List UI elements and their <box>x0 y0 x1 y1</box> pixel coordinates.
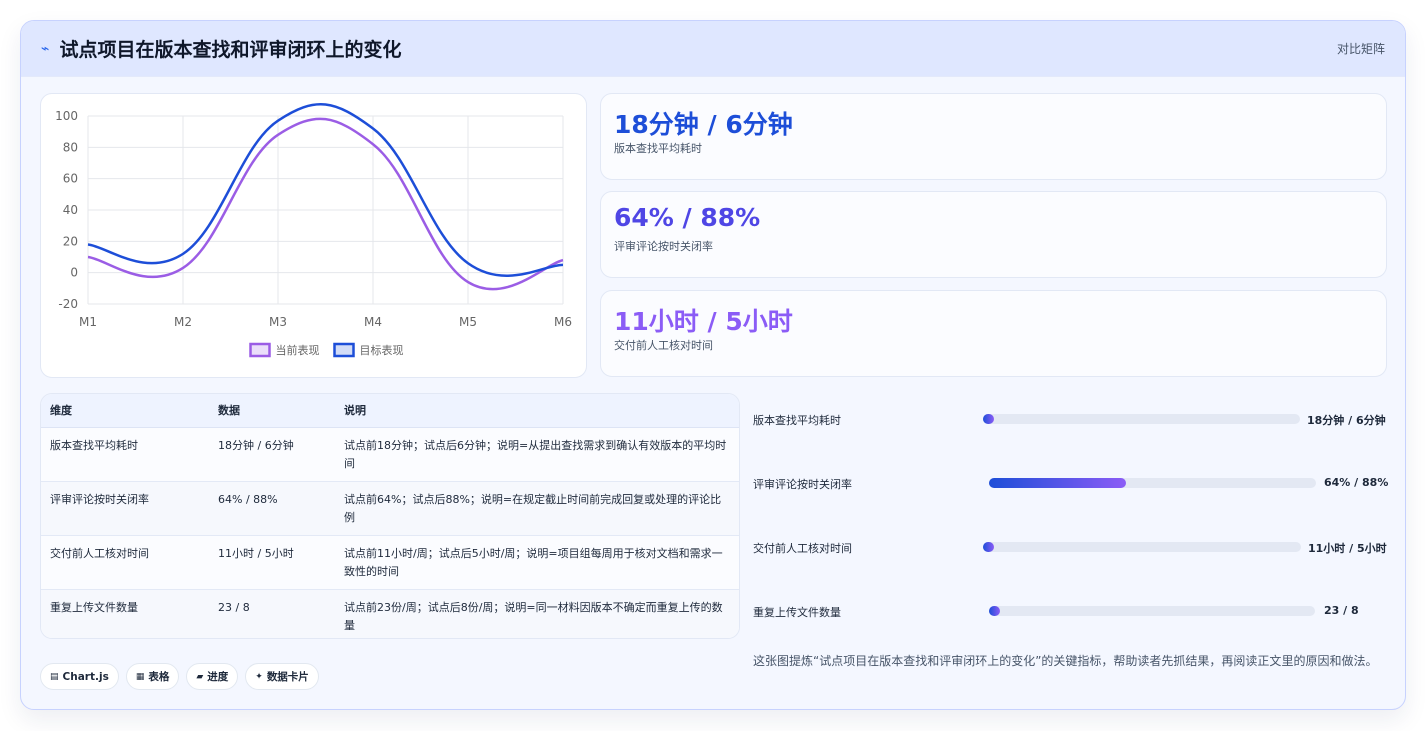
tag-label: Chart.js <box>62 670 109 683</box>
progress-track <box>983 542 1301 552</box>
kpi-value: 64% / 88% <box>614 203 761 232</box>
sparkle-icon: ✦ <box>255 671 263 682</box>
tag-label: 数据卡片 <box>266 671 309 683</box>
kpi-label: 评审评论按时关闭率 <box>614 240 713 253</box>
progress-icon: ▰ <box>196 671 204 682</box>
progress-value: 23 / 8 <box>1324 604 1359 617</box>
table-cell: 评审评论按时关闭率 <box>41 481 209 536</box>
legend-label: 目标表现 <box>360 343 404 357</box>
tag-label: 表格 <box>148 671 170 683</box>
progress-fill <box>983 542 995 552</box>
table-cell: 重复上传文件数量 <box>41 589 209 638</box>
progress-label: 重复上传文件数量 <box>753 606 841 619</box>
x-tick-label: M1 <box>79 315 97 329</box>
column-header: 数据 <box>209 394 335 428</box>
progress-track <box>983 414 1300 424</box>
table-cell: 23 / 8 <box>209 589 335 638</box>
table-cell: 试点前64%；试点后88%；说明=在规定截止时间前完成回复或处理的评论比例 <box>335 481 739 536</box>
table-row: 版本查找平均耗时 18分钟 / 6分钟 试点前18分钟；试点后6分钟；说明=从提… <box>41 427 739 482</box>
progress-row-duplicate-uploads: 重复上传文件数量 23 / 8 <box>753 602 1388 622</box>
kpi-value: 11小时 / 5小时 <box>614 307 793 336</box>
progress-label: 交付前人工核对时间 <box>753 542 852 555</box>
card-header: ⌁ 试点项目在版本查找和评审闭环上的变化 对比矩阵 <box>21 21 1405 77</box>
table-row: 重复上传文件数量 23 / 8 试点前23份/周；试点后8份/周；说明=同一材料… <box>41 589 739 638</box>
x-tick-label: M2 <box>174 315 192 329</box>
table-cell: 版本查找平均耗时 <box>41 427 209 482</box>
chart-icon: ▤ <box>50 671 59 682</box>
card-title: 试点项目在版本查找和评审闭环上的变化 <box>59 39 402 61</box>
table-cell: 11小时 / 5小时 <box>209 535 335 590</box>
progress-row-check-time: 交付前人工核对时间 11小时 / 5小时 <box>753 538 1388 558</box>
legend-swatch <box>249 342 271 358</box>
data-table: 维度 数据 说明 版本查找平均耗时 18分钟 / 6分钟 试点前18分钟；试点后… <box>41 394 739 638</box>
column-header: 说明 <box>335 394 739 428</box>
x-tick-label: M4 <box>364 315 382 329</box>
x-tick-label: M6 <box>554 315 572 329</box>
progress-value: 11小时 / 5小时 <box>1308 542 1387 555</box>
y-tick-label: 40 <box>63 203 78 217</box>
table-cell: 试点前11小时/周；试点后5小时/周；说明=项目组每周用于核对文档和需求一致性的… <box>335 535 739 590</box>
progress-value: 64% / 88% <box>1324 476 1389 489</box>
tag-list: ▤ Chart.js ▦ 表格 ▰ 进度 ✦ 数据卡片 <box>40 663 319 690</box>
progress-row-close-rate: 评审评论按时关闭率 64% / 88% <box>753 474 1388 494</box>
progress-fill <box>989 478 1127 488</box>
view-mode-label[interactable]: 对比矩阵 <box>1337 40 1385 57</box>
tag-data-cards[interactable]: ✦ 数据卡片 <box>245 663 319 690</box>
table-cell: 试点前18分钟；试点后6分钟；说明=从提出查找需求到确认有效版本的平均时间 <box>335 427 739 482</box>
progress-row-lookup-time: 版本查找平均耗时 18分钟 / 6分钟 <box>753 410 1388 430</box>
kpi-label: 交付前人工核对时间 <box>614 339 713 352</box>
tag-table[interactable]: ▦ 表格 <box>125 663 180 690</box>
kpi-card-close-rate: 64% / 88% 评审评论按时关闭率 <box>600 191 1387 278</box>
tag-chartjs[interactable]: ▤ Chart.js <box>40 663 119 690</box>
table-cell: 64% / 88% <box>209 481 335 536</box>
progress-label: 版本查找平均耗时 <box>753 414 841 427</box>
tag-label: 进度 <box>207 671 229 683</box>
progress-fill <box>989 606 1001 616</box>
summary-note: 这张图提炼“试点项目在版本查找和评审闭环上的变化”的关键指标，帮助读者先抓结果，… <box>753 654 1378 668</box>
progress-label: 评审评论按时关闭率 <box>753 478 852 491</box>
line-chart-panel: 100 80 60 40 20 0 -20 M1 M2 M3 M4 M5 M6 当前表现 目标表现 <box>40 93 587 378</box>
table-cell: 交付前人工核对时间 <box>41 535 209 590</box>
kpi-card-check-time: 11小时 / 5小时 交付前人工核对时间 <box>600 290 1387 377</box>
kpi-value: 18分钟 / 6分钟 <box>614 110 793 139</box>
line-chart-icon: ⌁ <box>41 40 50 57</box>
y-tick-label: 0 <box>70 266 78 280</box>
table-row: 交付前人工核对时间 11小时 / 5小时 试点前11小时/周；试点后5小时/周；… <box>41 535 739 590</box>
column-header: 维度 <box>41 394 209 428</box>
progress-fill <box>983 414 995 424</box>
legend-swatch <box>333 342 355 358</box>
table-icon: ▦ <box>135 671 145 682</box>
y-tick-label: -20 <box>58 297 78 311</box>
matrix-card: ⌁ 试点项目在版本查找和评审闭环上的变化 对比矩阵 100 80 60 40 20 0 -2… <box>20 20 1406 710</box>
x-tick-label: M3 <box>269 315 287 329</box>
progress-track <box>989 606 1315 616</box>
table-cell: 试点前23份/周；试点后8份/周；说明=同一材料因版本不确定而重复上传的数量 <box>335 589 739 638</box>
y-tick-label: 20 <box>63 234 78 248</box>
progress-value: 18分钟 / 6分钟 <box>1307 414 1386 427</box>
kpi-label: 版本查找平均耗时 <box>614 142 702 155</box>
y-tick-label: 80 <box>63 140 78 154</box>
legend-label: 当前表现 <box>276 343 320 357</box>
table-row: 评审评论按时关闭率 64% / 88% 试点前64%；试点后88%；说明=在规定… <box>41 481 739 536</box>
kpi-card-lookup-time: 18分钟 / 6分钟 版本查找平均耗时 <box>600 93 1387 180</box>
y-tick-label: 60 <box>63 172 78 186</box>
x-tick-label: M5 <box>459 315 477 329</box>
data-table-panel: 维度 数据 说明 版本查找平均耗时 18分钟 / 6分钟 试点前18分钟；试点后… <box>40 393 740 639</box>
tag-progress[interactable]: ▰ 进度 <box>186 663 239 690</box>
table-header-row: 维度 数据 说明 <box>41 394 739 428</box>
y-tick-label: 100 <box>55 109 78 123</box>
progress-track <box>989 478 1316 488</box>
series-line-target <box>87 103 564 277</box>
line-chart: 100 80 60 40 20 0 -20M1 M2 M3 M4 M5 M6 当前表现 目标表现 <box>55 103 572 358</box>
table-cell: 18分钟 / 6分钟 <box>209 427 335 482</box>
